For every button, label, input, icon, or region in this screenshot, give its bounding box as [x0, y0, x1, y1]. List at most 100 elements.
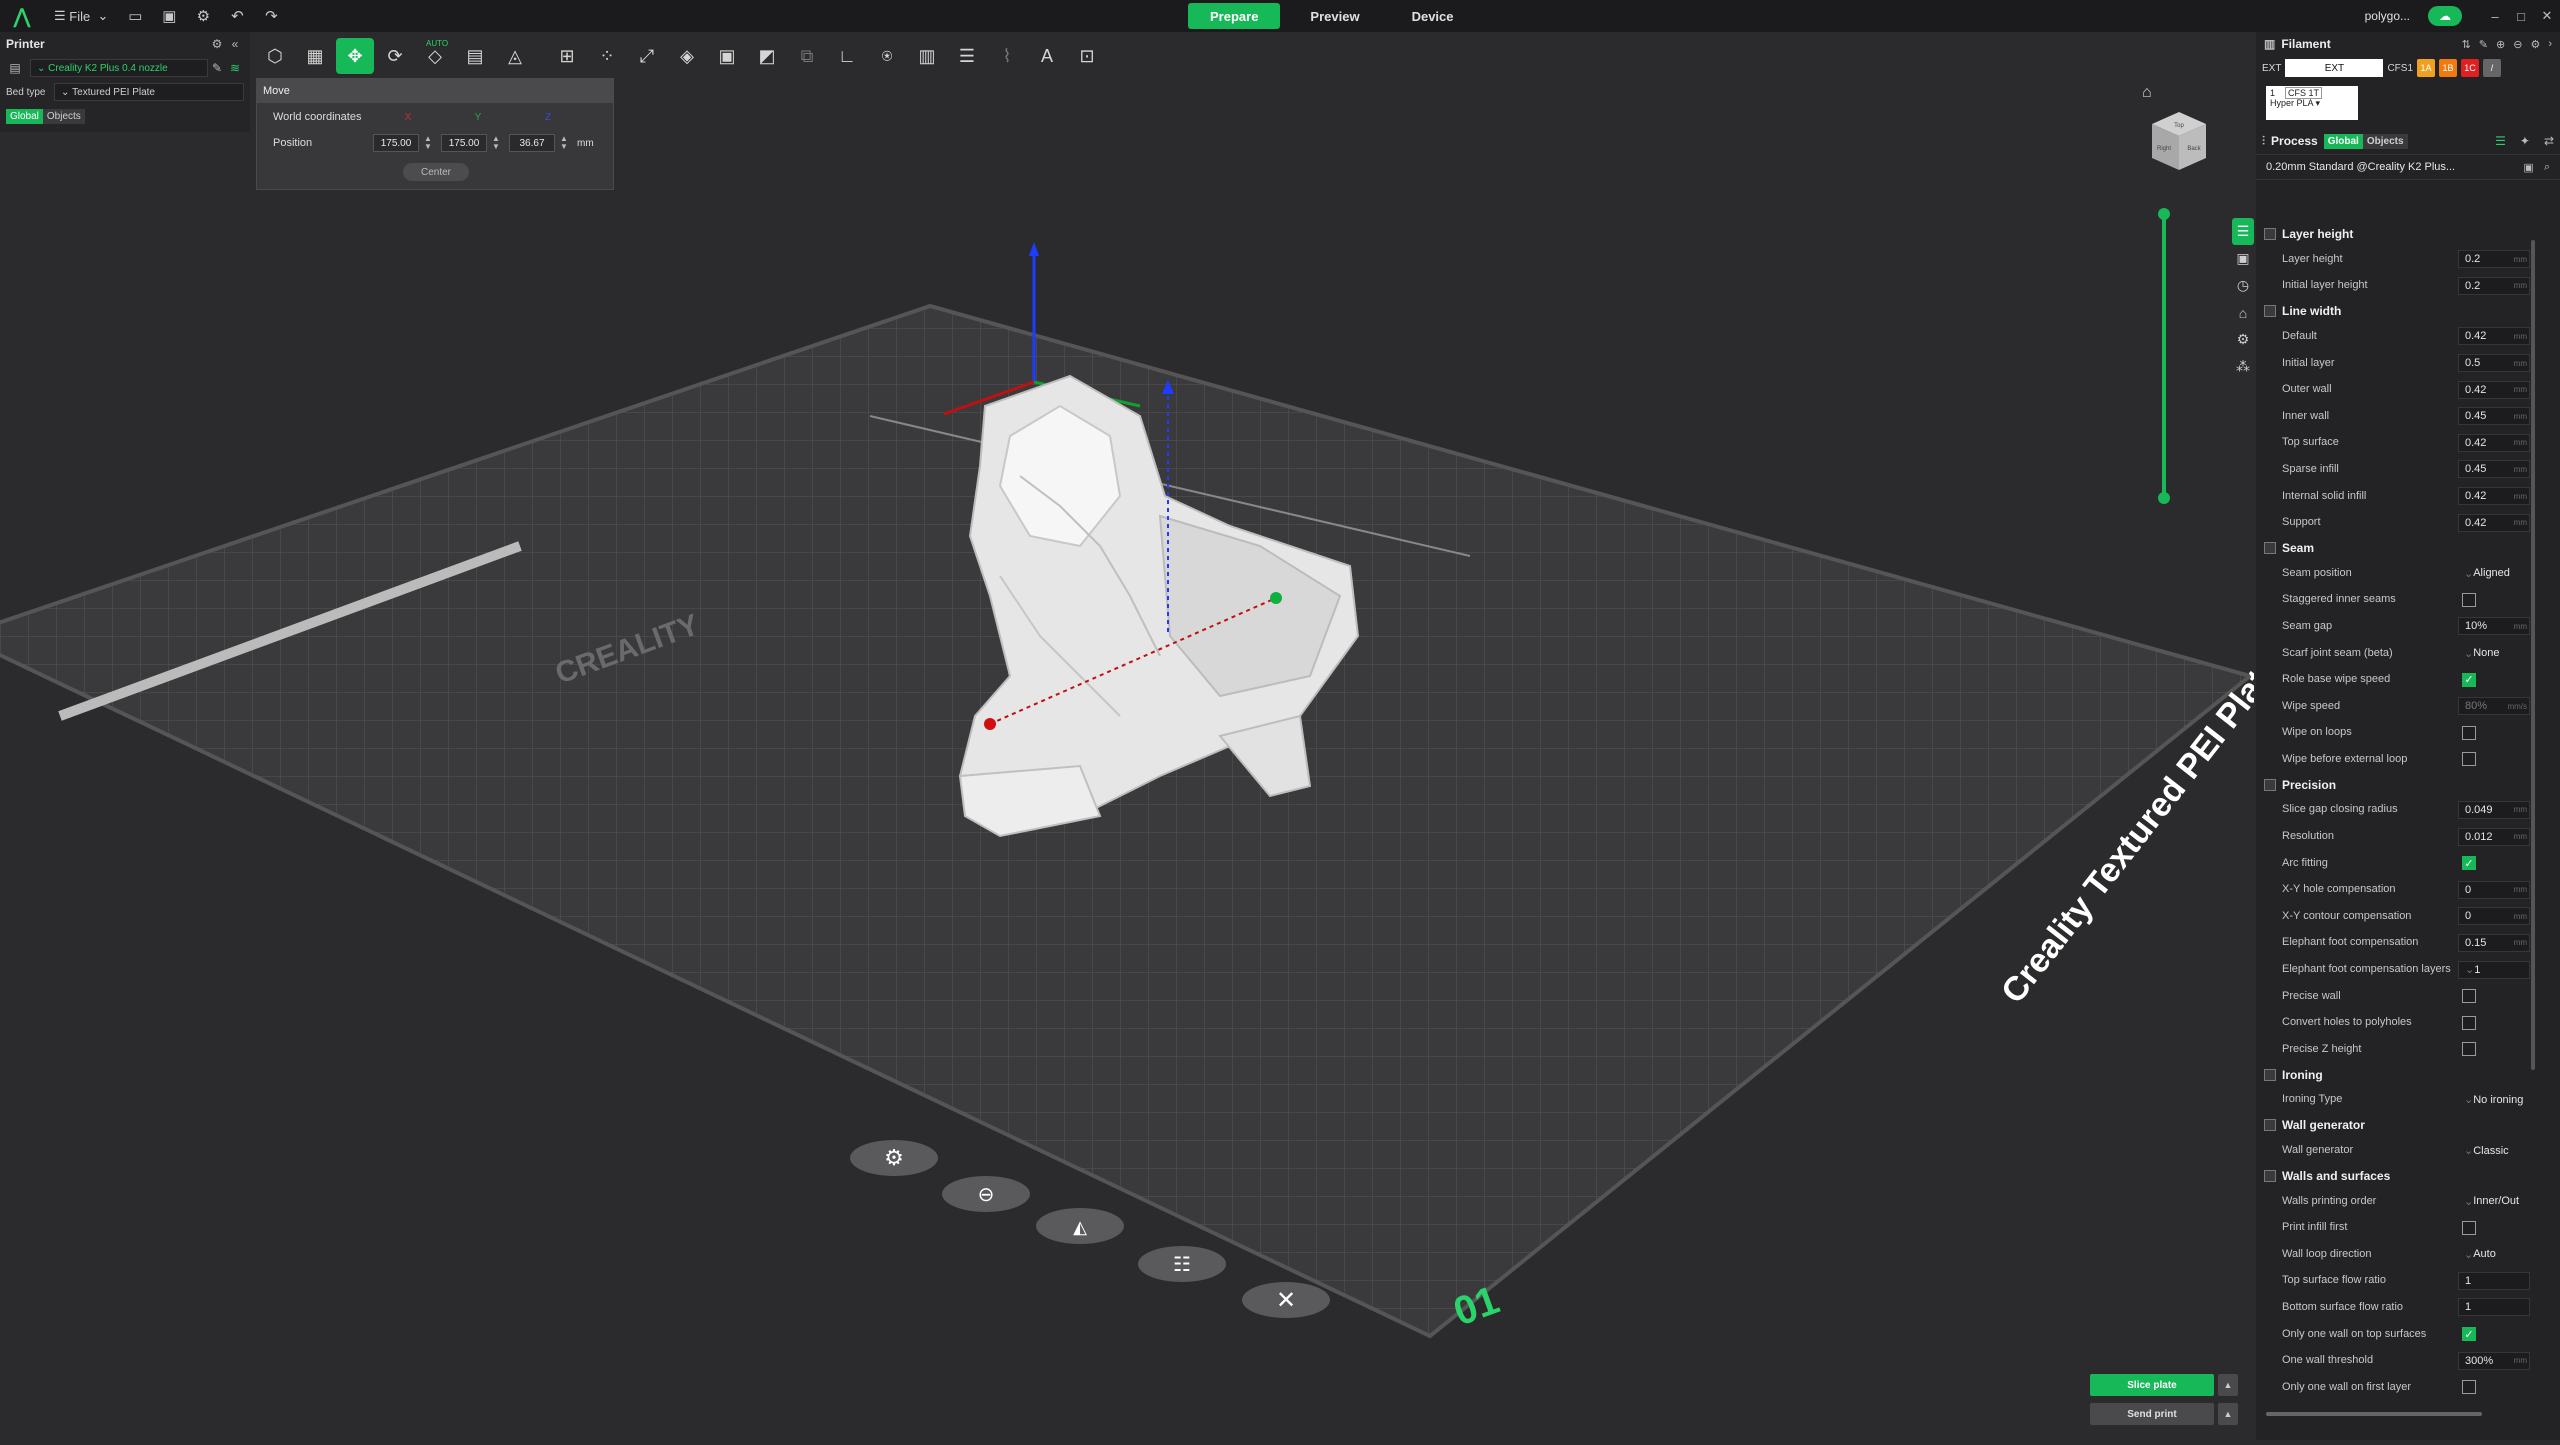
settings-hscrollbar[interactable]	[2266, 1412, 2482, 1416]
setting-select[interactable]: ⌄ Inner/Out	[2458, 1192, 2530, 1210]
seam-paint-icon[interactable]: ◩	[748, 38, 786, 74]
filament-card[interactable]: 1 CFS 1T Hyper PLA ▾	[2266, 86, 2358, 120]
redo-icon[interactable]: ↷	[254, 0, 288, 32]
tab-prepare[interactable]: Prepare	[1188, 3, 1281, 29]
settings-section-header[interactable]: Ironing	[2256, 1063, 2560, 1087]
setting-input[interactable]: 0.2 mm	[2458, 276, 2530, 295]
settings-section-header[interactable]: Line width	[2256, 299, 2560, 323]
plate-delete-button[interactable]: ✕	[1242, 1282, 1330, 1318]
strength-tab-icon[interactable]: ▣	[2232, 245, 2254, 272]
settings-section-header[interactable]: Seam	[2256, 536, 2560, 560]
settings-scrollbar[interactable]	[2531, 240, 2535, 1070]
wifi-icon[interactable]: ≋	[226, 61, 244, 75]
ext-slot[interactable]: EXT	[2285, 59, 2384, 77]
center-button[interactable]: Center	[403, 163, 469, 181]
open-folder-icon[interactable]: ▭	[118, 0, 152, 32]
process-list-icon[interactable]: ☰	[2495, 134, 2506, 148]
quality-tab-icon[interactable]: ☰	[2232, 218, 2254, 245]
process-scope-objects[interactable]: Objects	[2362, 133, 2408, 149]
setting-checkbox[interactable]	[2462, 1042, 2476, 1057]
setting-input[interactable]: 300% mm	[2458, 1351, 2530, 1370]
measure-icon[interactable]: ∟	[828, 38, 866, 74]
setting-checkbox[interactable]: ✓	[2462, 672, 2476, 687]
plate-settings-button[interactable]: ⚙	[850, 1140, 938, 1176]
close-icon[interactable]: ✕	[2534, 8, 2560, 24]
others-tab-icon[interactable]: ⚙	[2232, 326, 2254, 353]
brush-icon[interactable]: ⌇	[988, 38, 1026, 74]
setting-input[interactable]: 0.42 mm	[2458, 380, 2530, 399]
setting-checkbox[interactable]	[2462, 752, 2476, 767]
split-objects-icon[interactable]: ⊞	[548, 38, 586, 74]
layer-slider[interactable]	[2162, 210, 2166, 500]
setting-input[interactable]: 1	[2458, 1271, 2530, 1290]
layer-slider-bottom-handle[interactable]	[2158, 492, 2170, 504]
setting-input[interactable]: 0.15 mm	[2458, 933, 2530, 952]
x-stepper[interactable]: ▲ ▼	[421, 135, 435, 151]
setting-input[interactable]: ⌄ 1	[2458, 960, 2530, 979]
support-paint-icon[interactable]: ▣	[708, 38, 746, 74]
setting-checkbox[interactable]	[2462, 989, 2476, 1004]
setting-input[interactable]: 0.42 mm	[2458, 327, 2530, 346]
tab-preview[interactable]: Preview	[1288, 3, 1381, 29]
cfs-chip-1a[interactable]: 1A	[2417, 59, 2436, 77]
slice-plate-button[interactable]: Slice plate	[2090, 1374, 2214, 1396]
cut-tool-icon[interactable]: ◈	[668, 38, 706, 74]
send-options-chevron-up-icon[interactable]: ▲	[2218, 1403, 2238, 1425]
add-cube-icon[interactable]: ⬡	[256, 38, 294, 74]
setting-select[interactable]: ⌄ Classic	[2458, 1142, 2530, 1160]
setting-input[interactable]: 80% mm/s	[2458, 697, 2530, 716]
process-compare-icon[interactable]: ⇄	[2544, 134, 2554, 148]
settings-section-header[interactable]: Precision	[2256, 773, 2560, 797]
maximize-icon[interactable]: □	[2508, 9, 2534, 24]
plate-lock-button[interactable]: ⊖	[942, 1176, 1030, 1212]
setting-input[interactable]: 0.42 mm	[2458, 487, 2530, 506]
printer-settings-icon[interactable]: ⚙	[208, 37, 226, 51]
position-x-input[interactable]: 175.00	[373, 134, 419, 152]
tab-device[interactable]: Device	[1390, 3, 1476, 29]
speed-tab-icon[interactable]: ◷	[2232, 272, 2254, 299]
cfs-chip-1b[interactable]: 1B	[2439, 59, 2458, 77]
boolean-icon[interactable]: ⧉	[788, 38, 826, 74]
filament-sync-icon[interactable]: ⇅	[2462, 38, 2471, 51]
settings-icon[interactable]: ⚙	[186, 0, 220, 32]
process-preset-select[interactable]: 0.20mm Standard @Creality K2 Plus... ▣ ⌕	[2256, 154, 2560, 180]
filament-more-icon[interactable]: ›	[2548, 38, 2552, 50]
filament-add-icon[interactable]: ⊕	[2496, 38, 2505, 51]
filament-edit-icon[interactable]: ✎	[2479, 38, 2488, 51]
plate-arrange-button[interactable]: ☷	[1138, 1246, 1226, 1282]
cfs-chip-1c[interactable]: 1C	[2461, 59, 2480, 77]
layer-slider-top-handle[interactable]	[2158, 208, 2170, 220]
setting-checkbox[interactable]: ✓	[2462, 1327, 2476, 1342]
setting-checkbox[interactable]: ✓	[2462, 856, 2476, 871]
setting-input[interactable]: 0.42 mm	[2458, 513, 2530, 532]
setting-checkbox[interactable]	[2462, 1015, 2476, 1030]
position-y-input[interactable]: 175.00	[441, 134, 487, 152]
add-plate-icon[interactable]: ▦	[296, 38, 334, 74]
setting-input[interactable]: 0.049 mm	[2458, 800, 2530, 819]
home-view-icon[interactable]: ⌂	[2142, 84, 2152, 102]
3d-viewport[interactable]: Creality Textured PEI Plate CREALITY 01 …	[0, 76, 2289, 1440]
support-tab-icon[interactable]: ⌂	[2232, 299, 2254, 326]
setting-checkbox[interactable]	[2462, 1380, 2476, 1395]
setting-checkbox[interactable]	[2462, 725, 2476, 740]
text-tool-icon[interactable]: A	[1028, 38, 1066, 74]
layers-icon[interactable]: ☰	[948, 38, 986, 74]
setting-input[interactable]: 0.012 mm	[2458, 827, 2530, 846]
collapse-icon[interactable]: «	[226, 37, 244, 51]
file-menu[interactable]: ☰ File ⌄	[44, 0, 118, 32]
setting-select[interactable]: ⌄ Auto	[2458, 1245, 2530, 1263]
process-pin-icon[interactable]: ✦	[2520, 134, 2530, 148]
arrange-icon[interactable]: ▤	[456, 38, 494, 74]
scale-tool-icon[interactable]: ⤢	[628, 38, 666, 74]
plate-auto-orient-button[interactable]: ◭	[1036, 1208, 1124, 1244]
settings-section-header[interactable]: Walls and surfaces	[2256, 1164, 2560, 1188]
assembly-icon[interactable]: ⊡	[1068, 38, 1106, 74]
filament-remove-icon[interactable]: ⊖	[2513, 38, 2522, 51]
filament-settings-icon[interactable]: ⚙	[2530, 38, 2540, 51]
lay-on-face-icon[interactable]: ◬	[496, 38, 534, 74]
split-parts-icon[interactable]: ⁘	[588, 38, 626, 74]
undo-icon[interactable]: ↶	[220, 0, 254, 32]
setting-input[interactable]: 0.5 mm	[2458, 354, 2530, 373]
setting-input[interactable]: 0.45 mm	[2458, 460, 2530, 479]
search-icon[interactable]: ⌕	[2544, 161, 2550, 174]
